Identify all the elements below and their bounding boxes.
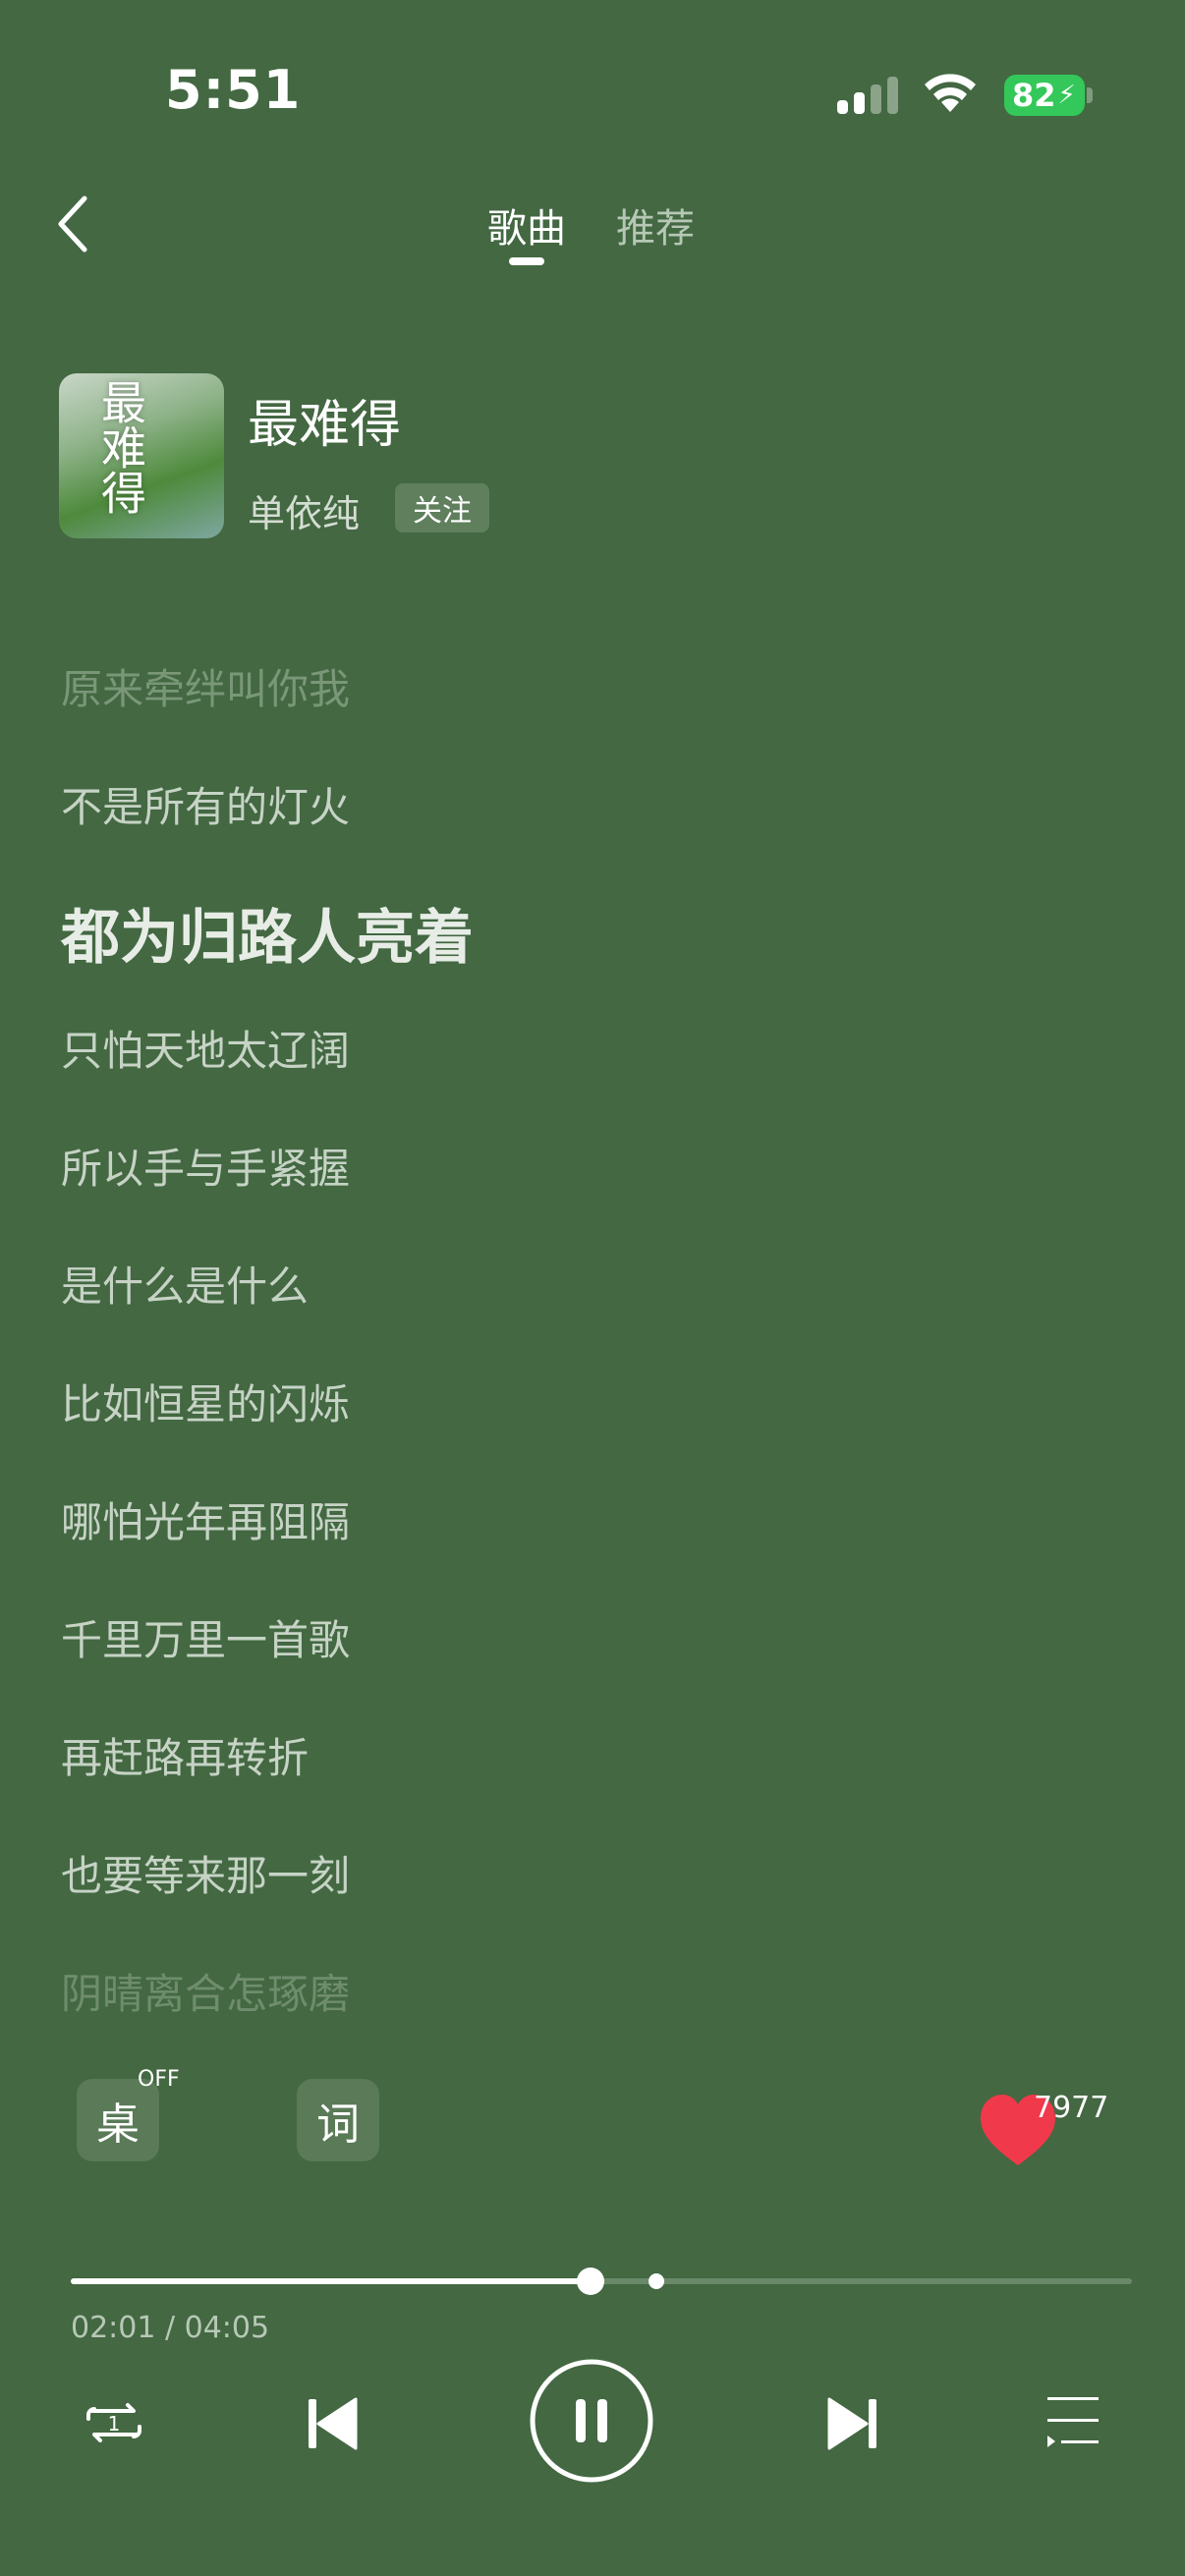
lyric-line[interactable]: 原来牵绊叫你我: [61, 656, 350, 716]
follow-button[interactable]: 关注: [395, 483, 489, 532]
battery-cap: [1087, 87, 1093, 103]
song-title: 最难得: [248, 396, 402, 455]
progress-knob[interactable]: [577, 2268, 605, 2295]
tab-songs[interactable]: 歌曲: [487, 196, 566, 253]
cover-title-art: 最难得: [94, 379, 147, 515]
pause-icon[interactable]: [529, 2358, 654, 2484]
climax-marker: [649, 2273, 664, 2289]
wifi-icon: [925, 74, 976, 112]
signal-icon: [837, 77, 898, 114]
tab-active-indicator: [509, 257, 544, 265]
lyrics-button[interactable]: 词: [297, 2079, 379, 2161]
lyric-line[interactable]: 所以手与手紧握: [61, 1136, 350, 1196]
tab-recommend[interactable]: 推荐: [616, 196, 695, 253]
artist-name[interactable]: 单依纯: [248, 483, 360, 537]
back-icon[interactable]: [53, 193, 92, 255]
lyric-line[interactable]: 只怕天地太辽阔: [61, 1018, 350, 1078]
playlist-icon[interactable]: [1044, 2393, 1102, 2448]
charging-bolt-icon: ⚡: [1057, 81, 1076, 110]
repeat-one-icon[interactable]: 1: [79, 2393, 149, 2452]
lyric-line[interactable]: 再赶路再转折: [61, 1725, 309, 1785]
next-icon[interactable]: [825, 2395, 880, 2452]
progress-fill: [71, 2278, 592, 2284]
lyric-line[interactable]: 也要等来那一刻: [61, 1843, 350, 1903]
previous-icon[interactable]: [305, 2395, 360, 2452]
lyric-line[interactable]: 不是所有的灯火: [61, 774, 350, 834]
lyric-line[interactable]: 哪怕光年再阻隔: [61, 1489, 350, 1549]
battery-level: 82: [1012, 77, 1056, 114]
battery-indicator: 82 ⚡: [1004, 75, 1085, 116]
lyric-line[interactable]: 比如恒星的闪烁: [61, 1372, 350, 1431]
like-count: 7977: [1034, 2091, 1109, 2125]
progress-time: 02:01 / 04:05: [71, 2311, 270, 2345]
album-cover[interactable]: 最难得: [59, 373, 224, 538]
lyric-line-current[interactable]: 都为归路人亮着: [61, 890, 474, 976]
desktop-lyrics-state: OFF: [138, 2067, 180, 2092]
lyric-line[interactable]: 是什么是什么: [61, 1254, 309, 1314]
status-time: 5:51: [165, 59, 302, 121]
repeat-badge: 1: [108, 2412, 121, 2436]
lyric-line[interactable]: 阴晴离合怎琢磨: [61, 1961, 350, 2021]
lyric-line[interactable]: 千里万里一首歌: [61, 1607, 350, 1667]
